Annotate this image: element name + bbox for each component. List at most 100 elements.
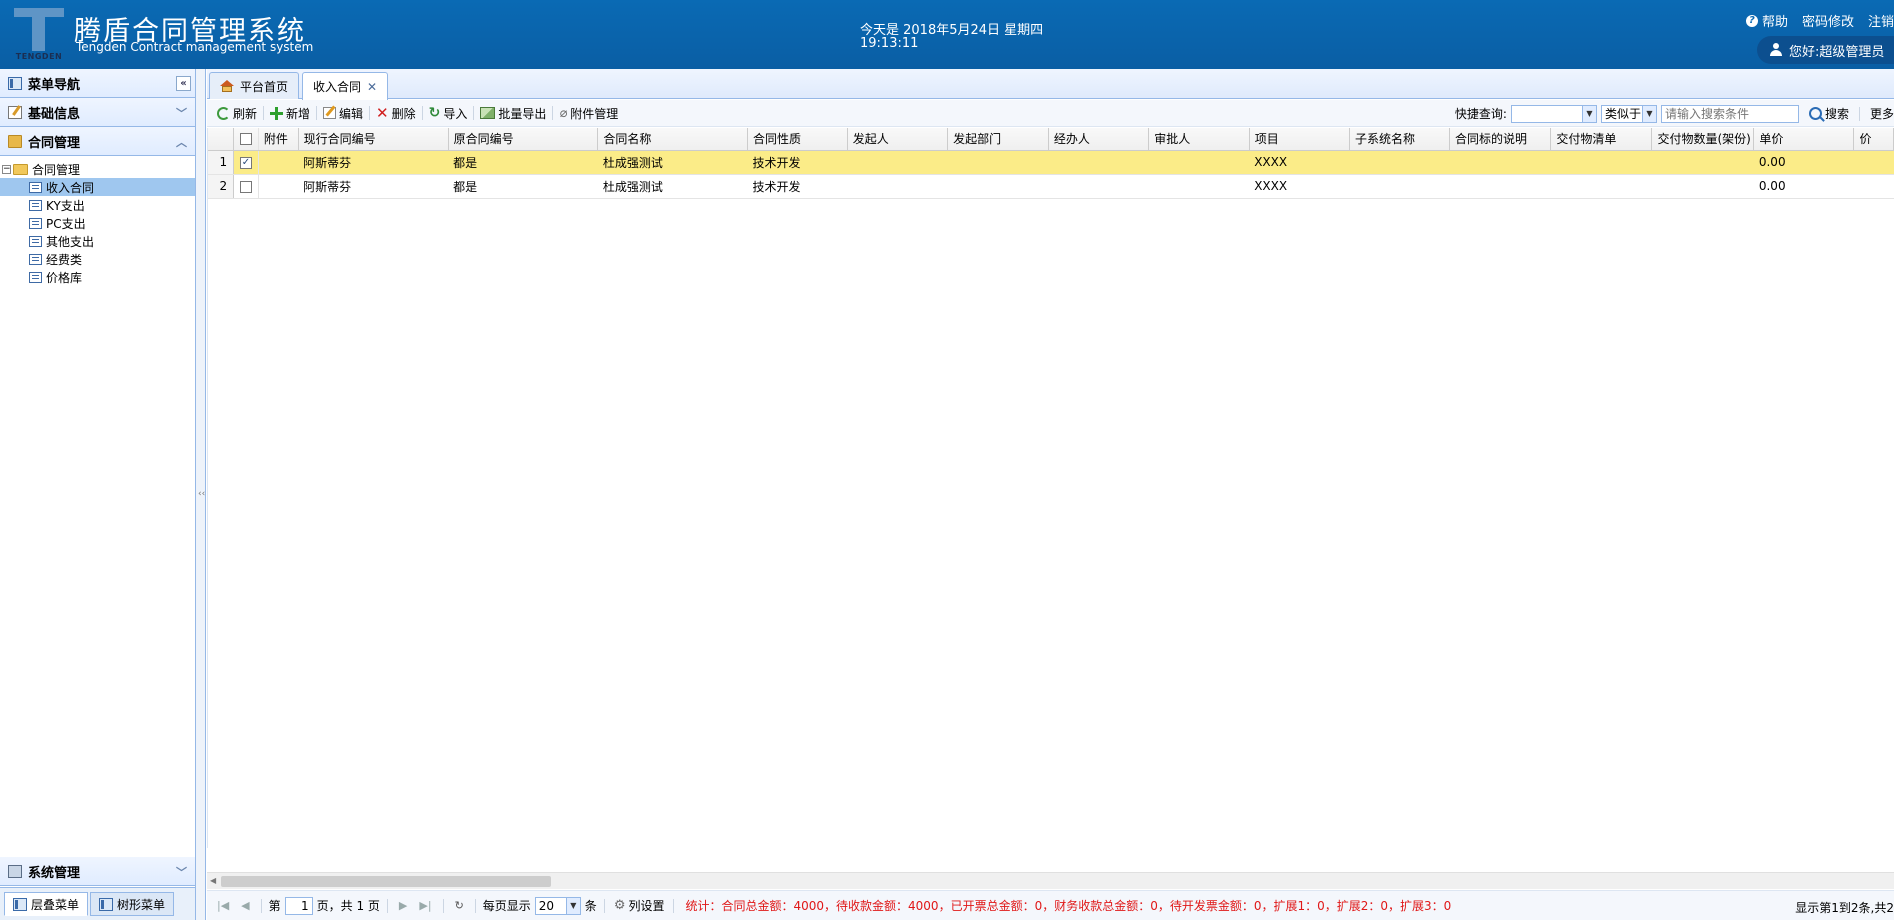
row-select-cell[interactable]: ✓: [233, 150, 259, 175]
col-header[interactable]: 交付物清单: [1550, 128, 1653, 151]
select-all-header[interactable]: [233, 128, 259, 151]
table-cell: XXXX: [1249, 174, 1350, 199]
edit-button[interactable]: 编辑: [317, 102, 369, 124]
first-page-icon[interactable]: |◀: [213, 899, 233, 912]
delete-button[interactable]: ✕ 删除: [370, 102, 422, 124]
match-mode-select[interactable]: 类似于 ▼: [1600, 104, 1657, 123]
refresh-button[interactable]: 刷新: [211, 102, 263, 124]
table-cell: [1853, 174, 1894, 199]
attachment-management-button[interactable]: ⌀ 附件管理: [553, 102, 624, 124]
tree-item-income-contract[interactable]: 收入合同: [0, 178, 195, 196]
column-settings-button[interactable]: ⚙ 列设置: [612, 895, 667, 917]
col-header[interactable]: 经办人: [1048, 128, 1150, 151]
page-suffix: 页，共 1 页: [316, 899, 380, 913]
table-cell: [1048, 174, 1149, 199]
row-select-cell[interactable]: [233, 174, 259, 199]
col-header[interactable]: 现行合同编号: [298, 128, 449, 151]
per-page-select[interactable]: 20 ▼: [534, 896, 581, 915]
left-sidebar: 菜单导航 « 基础信息 ﹀ 合同管理 ︿ − 合同管理 收入合同 KY支出 PC…: [0, 69, 196, 920]
change-password-link[interactable]: 密码修改: [1802, 11, 1854, 30]
column-settings-label: 列设置: [628, 899, 665, 913]
row-checkbox[interactable]: ✓: [240, 156, 252, 169]
scrollbar-thumb[interactable]: [221, 876, 551, 887]
tab-income-contract[interactable]: 收入合同 ✕: [302, 72, 389, 100]
logo-word: TENGDEN: [15, 52, 63, 61]
quick-field-select[interactable]: ▼: [1510, 104, 1597, 123]
edit-icon: [323, 107, 337, 119]
col-header[interactable]: 项目: [1249, 128, 1350, 151]
prev-page-icon[interactable]: ◀: [237, 899, 253, 912]
table-cell: [847, 150, 948, 175]
next-page-icon[interactable]: ▶: [395, 899, 411, 912]
quick-search: 快捷查询: ▼ 类似于 ▼ 搜索 更多: [1455, 100, 1894, 127]
col-header[interactable]: 附件: [258, 128, 299, 151]
col-header[interactable]: 发起部门: [947, 128, 1049, 151]
help-link[interactable]: ? 帮助: [1745, 11, 1788, 30]
tab-tree-menu[interactable]: 树形菜单: [90, 892, 175, 916]
tab-cascade-menu[interactable]: 层叠菜单: [4, 892, 89, 916]
table-row[interactable]: 1 ✓ 阿斯蒂芬 都是 杜成强测试 技术开发 XXXX 0.00: [208, 150, 1894, 175]
more-button[interactable]: 更多: [1864, 103, 1894, 125]
chevron-down-icon: ﹀: [176, 107, 187, 120]
last-page-icon[interactable]: ▶|: [415, 899, 435, 912]
scroll-left-arrow-icon[interactable]: ◀: [210, 876, 216, 885]
table-cell: 技术开发: [747, 150, 848, 175]
search-button[interactable]: 搜索: [1803, 103, 1855, 125]
col-header[interactable]: 原合同编号: [448, 128, 599, 151]
table-cell: XXXX: [1249, 150, 1350, 175]
pager-divider: [442, 898, 444, 913]
select-all-checkbox[interactable]: [240, 133, 252, 146]
col-header[interactable]: 发起人: [847, 128, 949, 151]
tree-item-label: 其他支出: [46, 234, 95, 249]
quick-query-label: 快捷查询:: [1454, 107, 1507, 121]
tree-item-price-library[interactable]: 价格库: [0, 268, 195, 286]
settings-icon: ⚙: [613, 898, 626, 913]
col-header[interactable]: 合同标的说明: [1449, 128, 1552, 151]
accordion-system-management[interactable]: 系统管理 ﹀: [0, 857, 195, 886]
reload-icon[interactable]: ↻: [451, 899, 468, 912]
table-cell: 阿斯蒂芬: [298, 150, 449, 175]
accordion-contract-management[interactable]: 合同管理 ︿: [0, 127, 195, 156]
col-header[interactable]: 子系统名称: [1349, 128, 1451, 151]
system-computer-icon: [8, 864, 22, 878]
col-header[interactable]: 交付物数量(架份): [1651, 128, 1755, 151]
grid-toolbar: 刷新 新增 编辑 ✕ 删除 ↻ 导入 批量导出 ⌀ 附件管理 快捷查询: ▼ 类似于 …: [207, 100, 1894, 127]
close-icon[interactable]: ✕: [367, 80, 377, 94]
tree-item-ky-expense[interactable]: KY支出: [0, 196, 195, 214]
help-icon: ?: [1745, 14, 1758, 27]
accordion-basic-info[interactable]: 基础信息 ﹀: [0, 98, 195, 127]
import-button[interactable]: ↻ 导入: [423, 102, 474, 124]
dropdown-arrow-icon: ▼: [1581, 105, 1596, 122]
tab-platform-home[interactable]: 平台首页: [209, 72, 300, 99]
sidebar-splitter[interactable]: ‹‹: [196, 69, 206, 920]
horizontal-scrollbar[interactable]: ◀: [207, 872, 1894, 889]
sidebar-mode-tabs: 层叠菜单 树形菜单: [0, 887, 195, 920]
tree-root-contract-management[interactable]: − 合同管理: [0, 160, 195, 178]
collapse-sidebar-button[interactable]: «: [176, 76, 191, 91]
tree-item-other-expense[interactable]: 其他支出: [0, 232, 195, 250]
col-header[interactable]: 合同性质: [747, 128, 848, 151]
page-number-input[interactable]: [284, 896, 313, 915]
basic-info-icon: [8, 105, 22, 119]
col-header[interactable]: 单价: [1753, 128, 1855, 151]
col-header[interactable]: 价: [1853, 128, 1894, 151]
search-input[interactable]: [1660, 104, 1799, 123]
table-cell: [1651, 174, 1754, 199]
tree-item-label: PC支出: [46, 216, 86, 231]
tree-collapse-icon[interactable]: −: [2, 164, 11, 174]
refresh-label: 刷新: [233, 106, 258, 121]
user-greeting[interactable]: 您好:超级管理员: [1757, 36, 1894, 64]
col-header[interactable]: 合同名称: [597, 128, 748, 151]
table-cell: [1853, 150, 1894, 175]
toolbar-divider: [1858, 106, 1860, 121]
tree-item-funding[interactable]: 经费类: [0, 250, 195, 268]
logout-link[interactable]: 注销: [1868, 11, 1894, 30]
table-cell: [1148, 150, 1250, 175]
greeting-text: 您好:超级管理员: [1789, 44, 1885, 60]
table-row[interactable]: 2 阿斯蒂芬 都是 杜成强测试 技术开发 XXXX 0.00: [208, 174, 1894, 199]
row-checkbox[interactable]: [240, 180, 252, 193]
add-button[interactable]: 新增: [264, 102, 316, 124]
col-header[interactable]: 审批人: [1148, 128, 1250, 151]
batch-export-button[interactable]: 批量导出: [474, 102, 552, 124]
tree-item-pc-expense[interactable]: PC支出: [0, 214, 195, 232]
